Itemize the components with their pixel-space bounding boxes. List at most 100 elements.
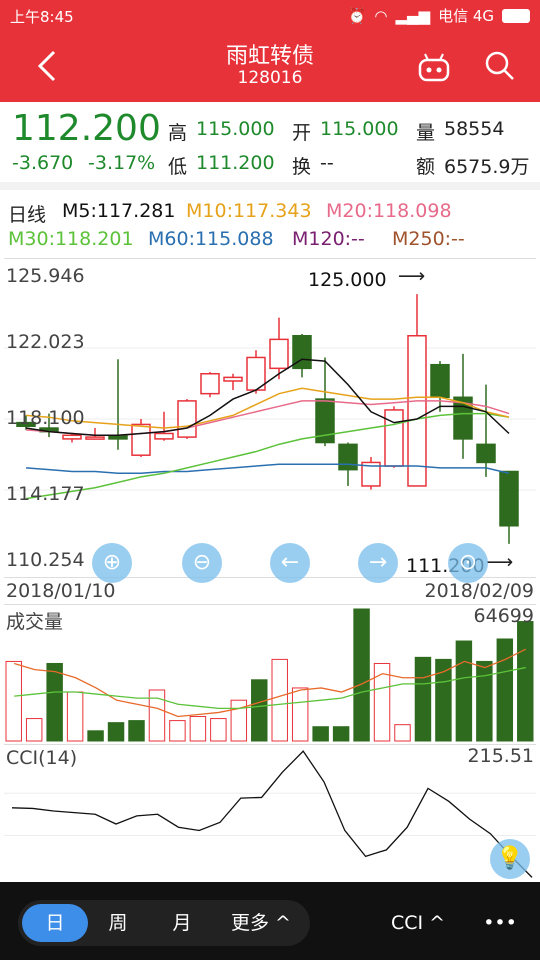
volume-bar	[128, 720, 145, 742]
wifi-icon: ◠	[374, 6, 388, 25]
volume-label: 量	[416, 122, 436, 144]
tab-day[interactable]: 日	[22, 904, 88, 942]
volume-bar	[210, 718, 227, 742]
reset-button[interactable]: ⊙	[448, 543, 488, 583]
candle-body	[338, 443, 358, 471]
candle-body	[85, 436, 105, 440]
ma120-value: M120:--	[292, 228, 365, 250]
signal-icon: ▂▄▆	[395, 6, 431, 25]
volume-bar	[107, 722, 125, 742]
search-button[interactable]	[482, 48, 518, 84]
cci-chart[interactable]: CCI(14) 215.51 💡	[4, 744, 536, 882]
status-icons: ⏰ ◠ ▂▄▆ 电信 4G	[348, 5, 530, 26]
volume-bar	[25, 718, 43, 742]
candle-body	[200, 373, 220, 395]
candle-body	[131, 423, 151, 456]
carrier-label: 电信 4G	[438, 7, 494, 25]
volume-max: 64699	[473, 605, 534, 627]
battery-icon	[502, 8, 530, 23]
ma-legend: 日线 M5:117.281 M10:117.343 M20:118.098 M3…	[0, 198, 540, 256]
robot-icon	[418, 53, 450, 82]
date-range: 2018/01/10 2018/02/09	[0, 578, 540, 604]
tip-button[interactable]: 💡	[490, 839, 530, 879]
high-marker: 125.000	[308, 269, 387, 291]
volume-bar	[353, 608, 370, 742]
tab-month[interactable]: 月	[152, 904, 212, 942]
candle-body	[62, 434, 82, 440]
scroll-left-button[interactable]: ←	[270, 543, 310, 583]
volume-bar	[517, 621, 534, 742]
cci-line	[11, 750, 533, 878]
volume-bar	[271, 658, 288, 742]
candle-body	[384, 409, 404, 467]
more-menu-button[interactable]: •••	[470, 904, 530, 942]
volume-bar	[312, 726, 329, 742]
period-label: 日线	[8, 204, 47, 226]
zoom-out-button[interactable]: ⊖	[182, 543, 222, 583]
indicator-selector[interactable]: CCI ^	[378, 904, 458, 942]
ma20-value: M20:118.098	[326, 200, 452, 222]
last-price: 112.200	[12, 108, 161, 149]
volume-bar	[189, 716, 207, 742]
candle-body	[407, 334, 427, 487]
volume-bar	[5, 660, 22, 742]
page-title: 雨虹转债	[225, 44, 314, 69]
candle-body	[223, 376, 243, 382]
candle-body	[269, 338, 289, 370]
y-label-3: 118.100	[6, 407, 85, 429]
bottom-toolbar: 日 周 月 更多 ^ CCI ^ •••	[0, 882, 540, 960]
volume-bar	[87, 730, 104, 742]
end-date: 2018/02/09	[424, 580, 534, 602]
reset-icon: ⊙	[458, 550, 478, 575]
status-bar: 上午8:45 ⏰ ◠ ▂▄▆ 电信 4G	[0, 0, 540, 30]
volume-bar	[251, 679, 268, 742]
ma250-value: M250:--	[392, 228, 465, 250]
zoom-in-icon: ⊕	[102, 550, 122, 575]
candle-body	[499, 470, 519, 527]
price-change: -3.670	[12, 152, 74, 174]
volume-bar	[169, 720, 186, 742]
amount-value: 6575.9万	[444, 156, 530, 178]
low-label: 低	[168, 156, 188, 178]
y-label-1: 125.946	[6, 265, 85, 287]
volume-bar	[291, 687, 309, 742]
y-label-4: 114.177	[6, 483, 85, 505]
ma10-value: M10:117.343	[186, 200, 312, 222]
arrow-left-icon: ←	[280, 550, 300, 575]
volume-bar	[476, 660, 493, 742]
open-value: 115.000	[320, 118, 399, 140]
tab-more[interactable]: 更多 ^	[216, 904, 306, 942]
zoom-in-button[interactable]: ⊕	[92, 543, 132, 583]
volume-bar	[46, 662, 63, 742]
volume-bar	[394, 724, 411, 742]
candle-body	[430, 363, 450, 399]
robot-button[interactable]	[416, 50, 452, 86]
scroll-right-button[interactable]: →	[358, 543, 398, 583]
arrow-right-icon: →	[368, 550, 388, 575]
ma30-value: M30:118.201	[8, 228, 134, 250]
amount-label: 额	[416, 156, 436, 178]
zoom-out-icon: ⊖	[192, 550, 212, 575]
kline-chart[interactable]: 125.946 122.023 118.100 114.177 110.254 …	[4, 258, 536, 583]
high-label: 高	[168, 122, 188, 144]
lightbulb-icon: 💡	[496, 846, 524, 871]
search-icon	[485, 51, 514, 80]
candle-body	[476, 443, 496, 464]
volume-bar	[455, 640, 473, 742]
y-label-5: 110.254	[6, 549, 85, 571]
tab-week[interactable]: 周	[88, 904, 148, 942]
start-date: 2018/01/10	[6, 580, 116, 602]
quote-panel: 112.200 -3.670 -3.17% 高 115.000 开 115.00…	[0, 102, 540, 190]
turnover-value: --	[320, 152, 334, 174]
open-label: 开	[292, 122, 312, 144]
ma5-value: M5:117.281	[62, 200, 176, 222]
low-value: 111.200	[196, 152, 275, 174]
ma60-line	[25, 463, 510, 475]
low-arrow: ⟶	[486, 551, 514, 573]
cci-max: 215.51	[467, 745, 534, 767]
high-arrow: ⟶	[398, 265, 426, 287]
y-label-2: 122.023	[6, 331, 85, 353]
price-change-pct: -3.17%	[88, 152, 156, 174]
volume-chart[interactable]: 成交量 64699	[4, 604, 536, 744]
volume-bar	[66, 691, 84, 742]
